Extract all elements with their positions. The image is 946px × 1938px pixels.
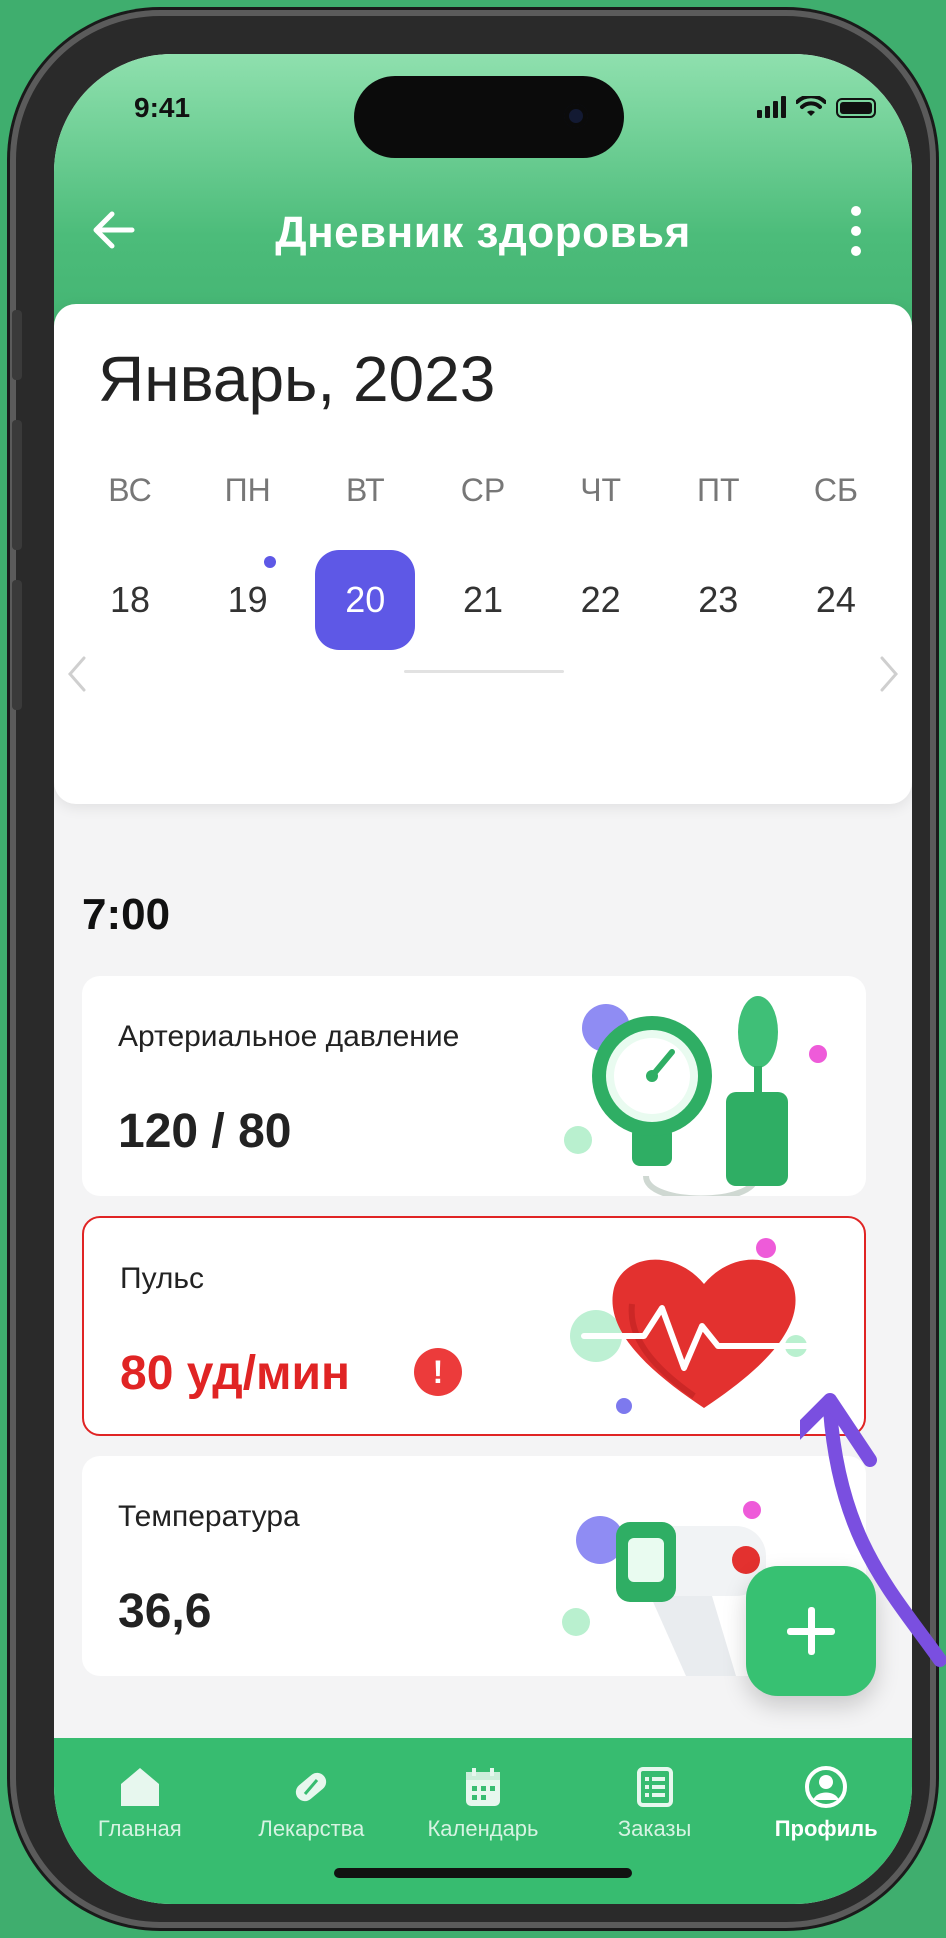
measurement-label: Температура [118,1500,300,1533]
status-icons [757,96,876,118]
mute-switch [12,310,22,380]
measurement-value: 120 / 80 [118,1105,292,1158]
weekday-label: СБ [813,472,858,508]
measurement-card-blood-pressure[interactable]: Артериальное давление 120 / 80 [82,976,866,1196]
tab-profile[interactable]: Профиль [751,1764,901,1842]
calendar-icon [465,1768,500,1806]
pill-icon [296,1772,327,1802]
camera [564,104,588,128]
screen: 9:41 Дневник здоровья Январь, 2023 ВС ПН… [54,54,912,1904]
calendar-day[interactable]: 18 [80,550,180,650]
calendar-day-selected[interactable]: 20 [315,550,416,650]
phone-frame: 9:41 Дневник здоровья Январь, 2023 ВС ПН… [10,10,936,1928]
tab-home[interactable]: Главная [65,1764,215,1842]
measurement-value: 36,6 [118,1585,212,1638]
event-dot [263,556,276,568]
tab-label: Профиль [774,1816,878,1841]
day-number: 19 [227,579,268,620]
page-title: Дневник здоровья [275,208,691,257]
home-indicator [334,1868,632,1878]
tab-label: Заказы [617,1816,692,1841]
calendar-day[interactable]: 24 [786,550,886,650]
orders-icon [636,1767,673,1807]
weekday-label: ПН [224,472,271,508]
calendar-day[interactable]: 23 [668,550,768,650]
volume-down-button [12,580,22,710]
chevron-left-icon[interactable] [64,654,90,694]
time-section-heading: 7:00 [82,890,171,939]
home-icon [120,1768,159,1806]
tab-label: Лекарства [258,1816,365,1841]
tab-label: Главная [97,1816,182,1841]
volume-up-button [12,420,22,550]
calendar-expand-handle[interactable] [404,670,564,673]
battery-icon [836,98,876,118]
dynamic-island [354,76,624,158]
tab-orders[interactable]: Заказы [580,1764,730,1842]
app-bar: Дневник здоровья [54,194,912,274]
day-row: 18 19 20 21 22 23 24 [80,550,886,650]
tab-label: Календарь [427,1816,539,1841]
calendar-card: Январь, 2023 ВС ПН ВТ СР ЧТ ПТ СБ 18 19 … [54,304,912,804]
weekday-label: СР [460,472,506,508]
signal-icon [757,96,786,118]
profile-icon [805,1766,848,1808]
tab-medicines[interactable]: Лекарства [236,1764,386,1842]
warning-icon: ! [414,1348,462,1396]
tab-calendar[interactable]: Календарь [408,1764,558,1842]
tonometer-icon [564,996,827,1196]
bottom-tab-bar: Главная Лекарства Календарь Заказы Профи… [54,1738,912,1904]
weekday-row: ВС ПН ВТ СР ЧТ ПТ СБ [80,472,886,509]
measurement-label: Пульс [120,1262,205,1295]
chevron-right-icon[interactable] [876,654,902,694]
measurement-label: Артериальное давление [118,1020,460,1053]
weekday-label: ВТ [345,472,385,508]
calendar-day-with-event[interactable]: 19 [198,550,298,650]
wifi-icon [796,96,826,116]
measurement-value: 80 уд/мин [120,1347,351,1400]
calendar-day[interactable]: 21 [433,550,533,650]
weekday-label: ПТ [697,472,740,508]
calendar-month: Январь, 2023 [98,343,496,415]
weekday-label: ЧТ [580,472,622,508]
more-menu-icon[interactable] [846,206,866,256]
measurement-card-pulse[interactable]: Пульс 80 уд/мин ! [82,1216,866,1436]
weekday-label: ВС [108,472,152,508]
calendar-day[interactable]: 22 [551,550,651,650]
status-time: 9:41 [134,92,191,123]
annotation-arrow-icon [800,1393,946,1667]
